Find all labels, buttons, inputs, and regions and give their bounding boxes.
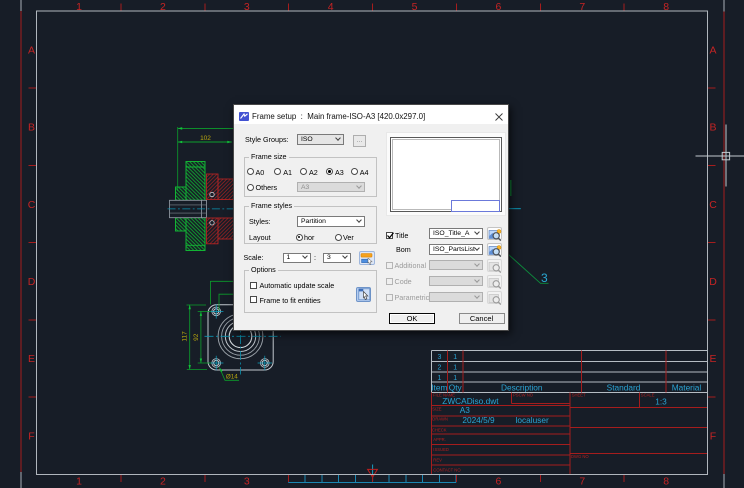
svg-text:C: C [709,199,717,211]
svg-text:6: 6 [495,476,501,488]
svg-text:PSCW NO: PSCW NO [513,392,534,397]
svg-text:3: 3 [244,476,250,488]
svg-text:2: 2 [160,1,166,13]
svg-text:E: E [28,353,35,365]
svg-text:DWG NO: DWG NO [571,454,589,459]
svg-text:B: B [709,122,716,134]
svg-text:Item: Item [431,383,447,393]
svg-text:1: 1 [76,476,82,488]
svg-text:F: F [710,430,716,442]
svg-text:localuser: localuser [516,415,549,425]
svg-text:E: E [709,353,716,365]
svg-text:1: 1 [453,354,457,361]
svg-text:APPR.: APPR. [433,437,446,442]
svg-text:ISSUED: ISSUED [433,447,449,452]
svg-text:7: 7 [579,1,585,13]
svg-text:8: 8 [663,476,669,488]
svg-text:2: 2 [438,365,442,372]
svg-text:92: 92 [193,333,200,341]
svg-text:3: 3 [438,354,442,361]
svg-text:CONTACT NO: CONTACT NO [433,468,461,473]
svg-text:REV: REV [433,457,442,462]
svg-text:1: 1 [453,375,457,382]
svg-text:F: F [28,430,34,442]
svg-text:Qty: Qty [449,383,463,393]
svg-text:DRAWN: DRAWN [432,416,448,421]
svg-text:SIZE: SIZE [432,406,442,411]
svg-text:6: 6 [495,1,501,13]
svg-text:Material: Material [672,383,702,393]
svg-text:Description: Description [501,383,543,393]
svg-text:CHECK: CHECK [432,428,447,433]
svg-text:Standard: Standard [607,383,641,393]
svg-text:B: B [28,122,35,134]
svg-text:2: 2 [160,476,166,488]
svg-text:117: 117 [182,331,189,342]
svg-text:SHEET: SHEET [572,392,586,397]
svg-text:A: A [28,44,35,56]
svg-text:A: A [709,44,716,56]
svg-text:SCALE: SCALE [641,392,655,397]
svg-text:1:3: 1:3 [655,397,667,407]
svg-text:8: 8 [663,1,669,13]
svg-text:1: 1 [438,375,442,382]
svg-text:Ø14: Ø14 [226,374,238,381]
svg-text:ZWCADiso.dwt: ZWCADiso.dwt [442,396,499,406]
svg-text:3: 3 [541,271,548,285]
svg-text:4: 4 [328,1,334,13]
svg-text:A3: A3 [460,405,471,415]
svg-text:D: D [28,276,36,288]
svg-text:2024/5/9: 2024/5/9 [462,415,495,425]
svg-text:1: 1 [453,365,457,372]
svg-text:7: 7 [579,476,585,488]
svg-text:C: C [28,199,36,211]
svg-text:102: 102 [200,135,211,142]
svg-text:D: D [709,276,717,288]
svg-text:5: 5 [412,1,418,13]
svg-text:3: 3 [244,1,250,13]
svg-text:1: 1 [76,1,82,13]
